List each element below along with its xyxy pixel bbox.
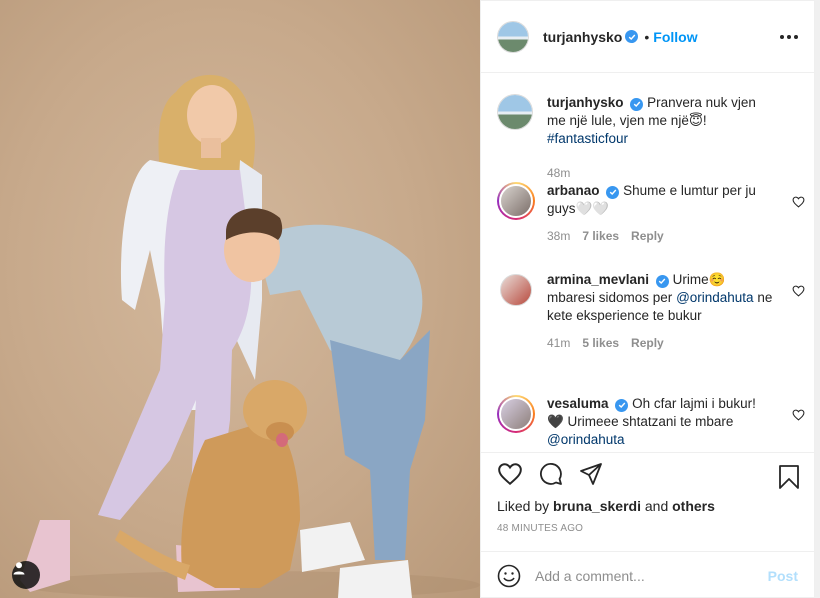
photo-illustration <box>20 74 480 598</box>
caption: turjanhysko Pranvera nuk vjen me një lul… <box>497 94 797 182</box>
author-username[interactable]: turjanhysko <box>543 29 622 45</box>
caption-exclaim: ! <box>702 113 707 128</box>
comment-item: armina_mevlani Urime☺️ mbaresi sidomos p… <box>497 271 805 352</box>
likes-prefix: Liked by <box>497 498 550 514</box>
post-comment-button[interactable]: Post <box>768 568 798 584</box>
comment-username[interactable]: arbanao <box>547 183 600 198</box>
verified-badge-icon <box>625 30 639 43</box>
verified-badge-icon <box>630 97 644 111</box>
post-photo[interactable] <box>0 0 480 598</box>
save-bookmark-icon[interactable] <box>778 464 800 490</box>
commenter-avatar[interactable] <box>497 395 535 433</box>
author-avatar[interactable] <box>497 20 529 53</box>
post-side-panel: turjanhysko • Follow turjanhysko Pranver… <box>480 0 815 598</box>
comments-list[interactable]: turjanhysko Pranvera nuk vjen me një lul… <box>481 74 814 453</box>
likes-conj: and <box>644 498 669 514</box>
reply-button[interactable]: Reply <box>631 227 664 245</box>
emoji-icon[interactable] <box>497 564 521 588</box>
caption-avatar[interactable] <box>497 94 533 130</box>
like-comment-icon[interactable] <box>792 285 805 297</box>
comment-input[interactable]: Add a comment... <box>535 568 768 584</box>
likes-summary: Liked by bruna_skerdi and others <box>497 498 715 514</box>
comment-likes[interactable]: 5 likes <box>582 334 619 352</box>
tagged-users-button[interactable] <box>12 561 40 589</box>
person-icon <box>13 562 25 575</box>
hashtag-link[interactable]: #fantasticfour <box>547 131 628 146</box>
like-comment-icon[interactable] <box>792 409 805 421</box>
comment-time[interactable]: 38m <box>547 227 570 245</box>
comment-item: vesaluma Oh cfar lajmi i bukur! 🖤 Urimee… <box>497 395 805 449</box>
mention-link[interactable]: @orindahuta <box>676 290 754 305</box>
caption-emoji: 😇 <box>688 113 703 128</box>
add-comment-bar: Add a comment... Post <box>481 551 814 598</box>
post-actions <box>497 462 603 486</box>
header-separator: • <box>644 28 650 45</box>
commenter-avatar[interactable] <box>500 274 532 306</box>
comment-icon[interactable] <box>539 462 563 486</box>
comment-item: arbanao Shume e lumtur per ju guys🤍🤍 38m… <box>497 182 805 245</box>
comment-username[interactable]: armina_mevlani <box>547 272 649 287</box>
reply-button[interactable]: Reply <box>631 334 664 352</box>
liked-by-user[interactable]: bruna_skerdi <box>553 498 641 514</box>
share-icon[interactable] <box>579 462 603 486</box>
like-comment-icon[interactable] <box>792 196 805 208</box>
more-options-icon[interactable] <box>780 29 798 45</box>
comment-time[interactable]: 41m <box>547 334 570 352</box>
follow-button[interactable]: Follow <box>653 29 697 45</box>
verified-badge-icon <box>606 185 620 199</box>
post-header: turjanhysko • Follow <box>481 1 814 73</box>
mention-link[interactable]: @orindahuta <box>547 432 625 447</box>
comment-username[interactable]: vesaluma <box>547 396 609 411</box>
caption-username[interactable]: turjanhysko <box>547 95 624 110</box>
post-timestamp[interactable]: 48 MINUTES AGO <box>497 523 583 534</box>
caption-time[interactable]: 48m <box>547 164 570 182</box>
commenter-avatar[interactable] <box>497 182 535 220</box>
verified-badge-icon <box>615 398 629 412</box>
scrollbar-track[interactable] <box>815 0 820 598</box>
verified-badge-icon <box>655 274 669 288</box>
comment-likes[interactable]: 7 likes <box>582 227 619 245</box>
liked-by-others[interactable]: others <box>672 498 715 514</box>
like-icon[interactable] <box>497 462 523 486</box>
